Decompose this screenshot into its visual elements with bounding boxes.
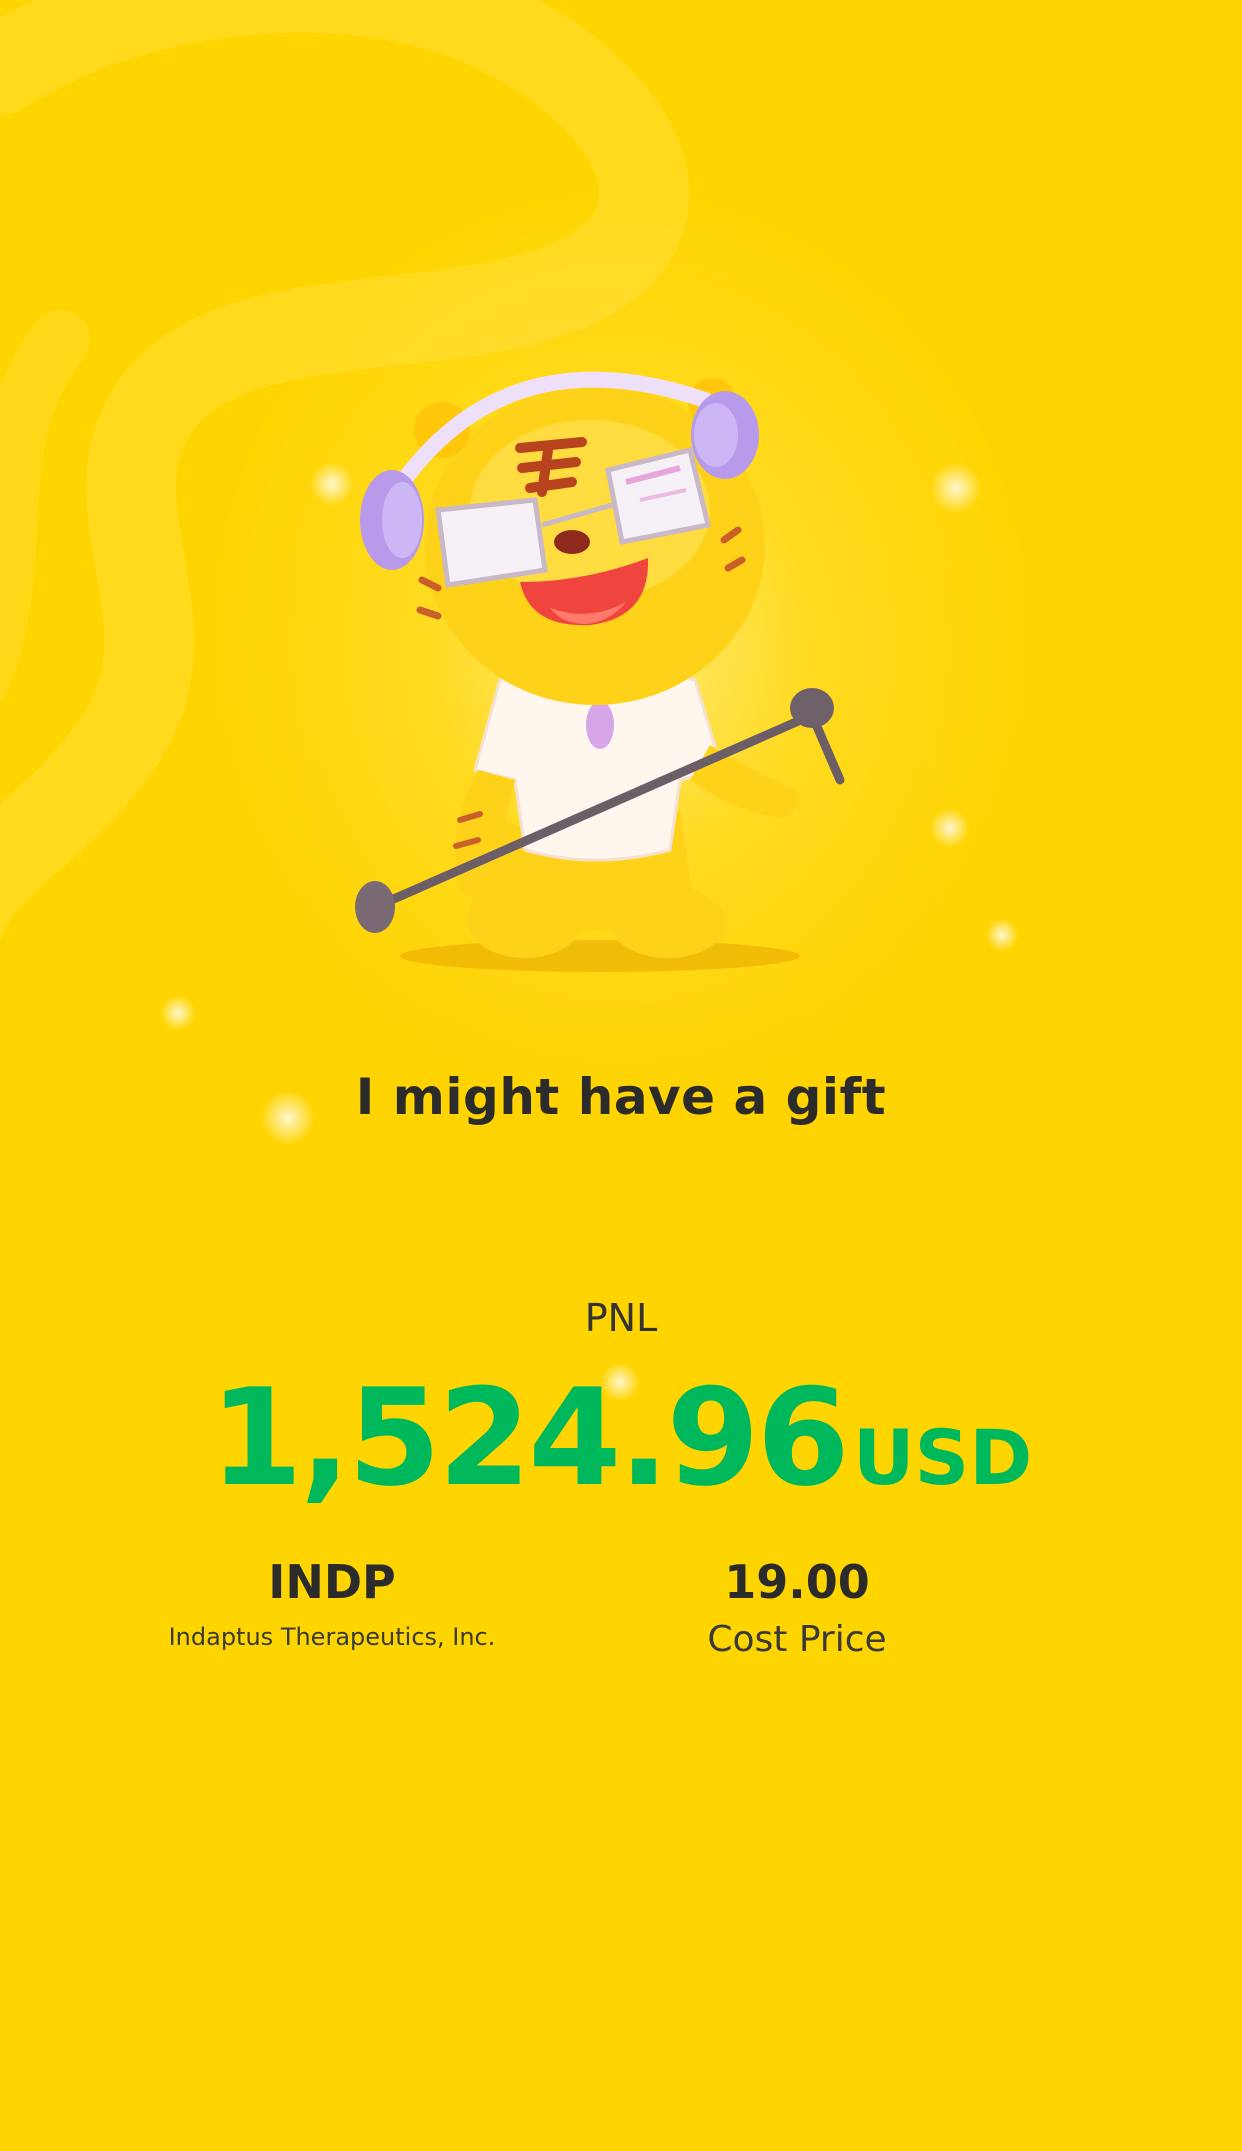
bokeh-light — [985, 918, 1019, 952]
pnl-label: PNL — [584, 1296, 658, 1340]
bokeh-light — [930, 462, 982, 514]
bokeh-light — [160, 995, 196, 1031]
share-card: I might have a gift PNL 1,524.96USD INDP… — [0, 0, 1242, 2151]
tiger-mascot-icon — [355, 371, 845, 972]
cost-info: 19.00 Cost Price — [553, 1555, 1113, 1660]
tagline: I might have a gift — [355, 1068, 887, 1126]
bokeh-light — [310, 462, 354, 506]
pnl-value: 1,524.96USD — [0, 1360, 1242, 1516]
pnl-amount: 1,524.96 — [209, 1360, 850, 1516]
pnl-currency: USD — [852, 1413, 1033, 1502]
cost-price-label: Cost Price — [707, 1619, 887, 1660]
cost-price-value: 19.00 — [724, 1555, 870, 1609]
bokeh-light — [930, 808, 970, 848]
